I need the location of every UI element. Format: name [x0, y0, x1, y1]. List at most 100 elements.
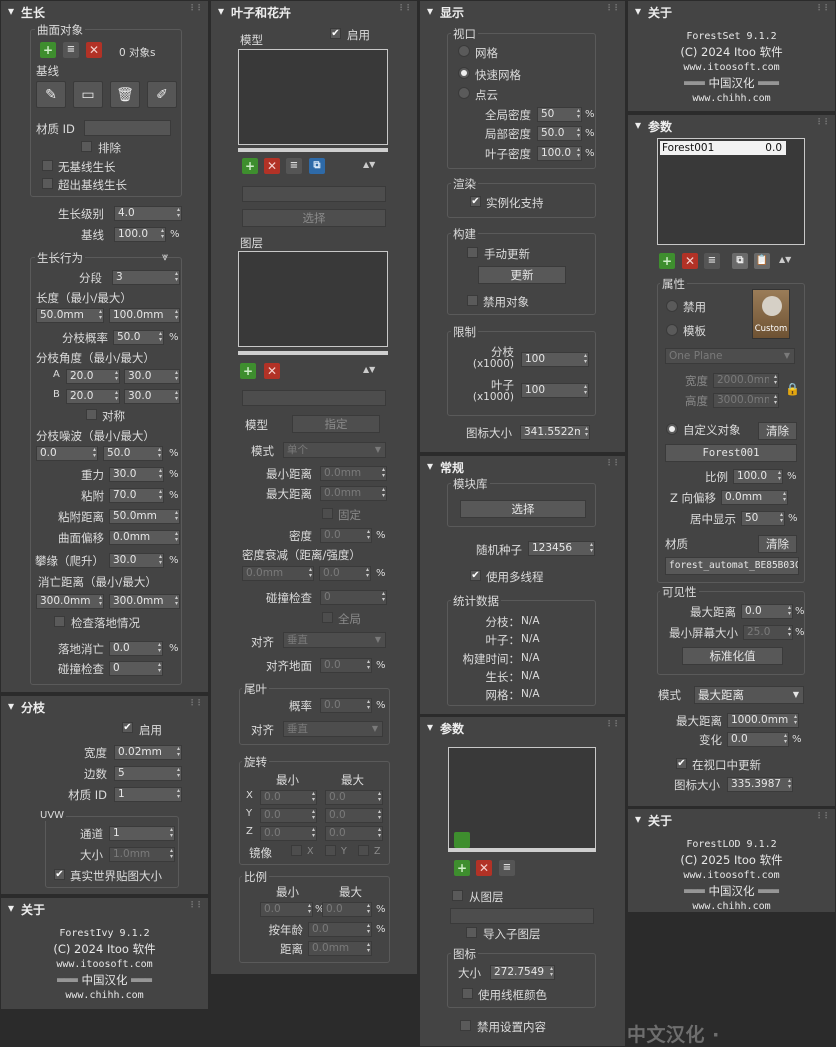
clear-object-button[interactable]: 清除 [758, 422, 797, 440]
branch-sides-spinner[interactable]: 5 ▴ ▾ [114, 766, 182, 781]
tail-probability-spinner[interactable]: 0.0 ▴ ▾ [320, 698, 372, 713]
drag-handle-icon[interactable]: ⋮⋮ [188, 698, 203, 707]
move-up-down-icon[interactable]: ▲▼ [779, 255, 791, 264]
ivy-about-header[interactable]: ▾ 关于 ⋮⋮ [1, 898, 208, 918]
mode-dropdown[interactable]: 最大距离 ▼ [694, 686, 804, 704]
branch-width-spinner[interactable]: 0.02mm ▴ ▾ [114, 745, 182, 760]
trash-tool-icon[interactable]: 🗑 [110, 81, 140, 108]
drag-handle-icon[interactable]: ⋮⋮ [605, 719, 620, 728]
lod-list[interactable]: Forest001 0.0 [657, 138, 805, 245]
length-min-spinner[interactable]: 50.0mm ▴ ▾ [36, 308, 104, 323]
random-seed-spinner[interactable]: 123456 ▴ ▾ [528, 541, 595, 556]
rotation-z-max-spinner[interactable]: 0.0 ▴ ▾ [325, 826, 383, 841]
collapse-icon[interactable]: ▾ [635, 812, 641, 826]
drag-handle-icon[interactable]: ⋮⋮ [605, 3, 620, 12]
layer-list-scrollbar[interactable] [238, 351, 388, 355]
add-icon[interactable]: + [240, 363, 256, 379]
angle-b-max-spinner[interactable]: 30.0 ▴ ▾ [124, 389, 180, 404]
add-list-icon[interactable]: ≡ [499, 860, 515, 876]
center-display-spinner[interactable]: 50 ▴ ▾ [741, 511, 785, 526]
layer-list[interactable] [238, 251, 388, 347]
visibility-max-distance-spinner[interactable]: 0.0 ▴ ▾ [741, 604, 793, 619]
branch-enable-checkbox[interactable]: ✔ [122, 722, 133, 733]
min-distance-spinner[interactable]: 0.0mm ▴ ▾ [320, 466, 387, 481]
local-density-spinner[interactable]: 50.0 ▴ ▾ [537, 126, 582, 141]
remove-icon[interactable]: ✕ [264, 158, 280, 174]
tail-align-dropdown[interactable]: 垂直 ▼ [283, 721, 383, 737]
remove-icon[interactable]: ✕ [86, 42, 102, 58]
lod-list-item[interactable]: Forest001 0.0 [660, 141, 786, 155]
instancing-checkbox[interactable]: ✔ [470, 196, 481, 207]
wire-color-checkbox[interactable] [462, 988, 473, 999]
collapse-icon[interactable]: ▾ [8, 699, 14, 713]
surface-offset-spinner[interactable]: 0.0mm ▴ ▾ [109, 530, 180, 545]
fixed-checkbox[interactable] [322, 508, 333, 519]
material-pick-button[interactable]: forest_automat_BE85B03C [665, 557, 799, 575]
ratio-spinner[interactable]: 100.0 ▴ ▾ [733, 469, 783, 484]
add-list-icon[interactable]: ≡ [286, 158, 302, 174]
collapse-icon[interactable]: ▾ [8, 4, 14, 18]
template-height-spinner[interactable]: 3000.0mm ▴ ▾ [713, 393, 779, 408]
assign-button[interactable]: 指定 [292, 415, 380, 433]
remove-icon[interactable]: ✕ [476, 860, 492, 876]
pick-icon[interactable]: ⧉ [309, 158, 325, 174]
fast-mesh-radio[interactable] [458, 67, 470, 79]
change-spinner[interactable]: 0.0 ▴ ▾ [727, 732, 789, 747]
angle-a-max-spinner[interactable]: 30.0 ▴ ▾ [124, 369, 180, 384]
drag-handle-icon[interactable]: ⋮⋮ [397, 3, 412, 12]
expand-all-icon[interactable]: ⩔ [162, 250, 168, 264]
branches-limit-spinner[interactable]: 100 ▴ ▾ [521, 352, 589, 367]
add-icon[interactable] [454, 832, 470, 848]
lod-max-distance-spinner[interactable]: 1000.0mm ▴ ▾ [727, 713, 799, 728]
branch-panel-header[interactable]: ▾ 分枝 ⋮⋮ [1, 696, 208, 716]
disable-radio[interactable] [666, 300, 678, 312]
model-list[interactable] [238, 49, 388, 145]
rotation-y-max-spinner[interactable]: 0.0 ▴ ▾ [325, 808, 383, 823]
lod-params-header[interactable]: ▾ 参数 ⋮⋮ [628, 115, 835, 135]
collapse-icon[interactable]: ▾ [427, 4, 433, 18]
layer-field[interactable] [450, 908, 594, 924]
from-layer-checkbox[interactable] [452, 890, 463, 901]
model-list-scrollbar[interactable] [238, 148, 388, 152]
global-density-spinner[interactable]: 50 ▴ ▾ [537, 107, 582, 122]
move-up-down-icon[interactable]: ▲▼ [363, 365, 375, 374]
clear-material-button[interactable]: 清除 [758, 535, 797, 553]
noise-min-spinner[interactable]: 0.0 ▴ ▾ [36, 446, 98, 461]
noise-max-spinner[interactable]: 50.0 ▴ ▾ [103, 446, 163, 461]
rotation-x-min-spinner[interactable]: 0.0 ▴ ▾ [260, 790, 317, 805]
rotation-x-max-spinner[interactable]: 0.0 ▴ ▾ [325, 790, 383, 805]
paste-icon[interactable]: 📋 [754, 253, 770, 269]
z-offset-spinner[interactable]: 0.0mm ▴ ▾ [721, 490, 788, 505]
drag-handle-icon[interactable]: ⋮⋮ [815, 811, 830, 820]
branch-material-id-spinner[interactable]: 1 ▴ ▾ [114, 787, 182, 802]
forestlod-about-header[interactable]: ▾ 关于 ⋮⋮ [628, 809, 835, 829]
lod-icon-size-spinner[interactable]: 335.3987 ▴ ▾ [727, 777, 793, 792]
custom-object-radio[interactable] [666, 423, 678, 435]
min-screen-size-spinner[interactable]: 25.0 ▴ ▾ [743, 625, 793, 640]
point-cloud-radio[interactable] [458, 87, 470, 99]
scale-by-age-spinner[interactable]: 0.0 ▴ ▾ [308, 922, 372, 937]
update-in-viewport-checkbox[interactable]: ✔ [676, 758, 687, 769]
icon-size-spinner[interactable]: 272.7549 ▴ ▾ [490, 965, 555, 980]
multithread-checkbox[interactable]: ✔ [470, 570, 481, 581]
angle-a-min-spinner[interactable]: 20.0 ▴ ▾ [66, 369, 120, 384]
adhesion-distance-spinner[interactable]: 50.0mm ▴ ▾ [109, 509, 180, 524]
display-panel-header[interactable]: ▾ 显示 ⋮⋮ [420, 1, 625, 21]
mirror-x-checkbox[interactable] [291, 845, 302, 856]
select-button[interactable]: 选择 [242, 209, 386, 227]
leaves-limit-spinner[interactable]: 100 ▴ ▾ [521, 383, 589, 398]
die-distance-min-spinner[interactable]: 300.0mm ▴ ▾ [36, 594, 104, 609]
brush-list-tool-icon[interactable]: ✐ [147, 81, 177, 108]
add-icon[interactable]: + [242, 158, 258, 174]
mesh-radio[interactable] [458, 45, 470, 57]
icon-size-spinner[interactable]: 341.5522m ▴ ▾ [520, 425, 590, 440]
mirror-y-checkbox[interactable] [325, 845, 336, 856]
max-distance-spinner[interactable]: 0.0mm ▴ ▾ [320, 486, 387, 501]
template-width-spinner[interactable]: 2000.0mm ▴ ▾ [713, 373, 779, 388]
leaf-density-spinner[interactable]: 100.0 ▴ ▾ [537, 146, 582, 161]
disable-objects-checkbox[interactable] [467, 295, 478, 306]
lock-icon[interactable]: 🔒 [785, 382, 800, 396]
exclude-checkbox[interactable] [81, 141, 92, 152]
params-list-scrollbar[interactable] [448, 848, 596, 852]
adhesion-spinner[interactable]: 70.0 ▴ ▾ [109, 488, 164, 503]
